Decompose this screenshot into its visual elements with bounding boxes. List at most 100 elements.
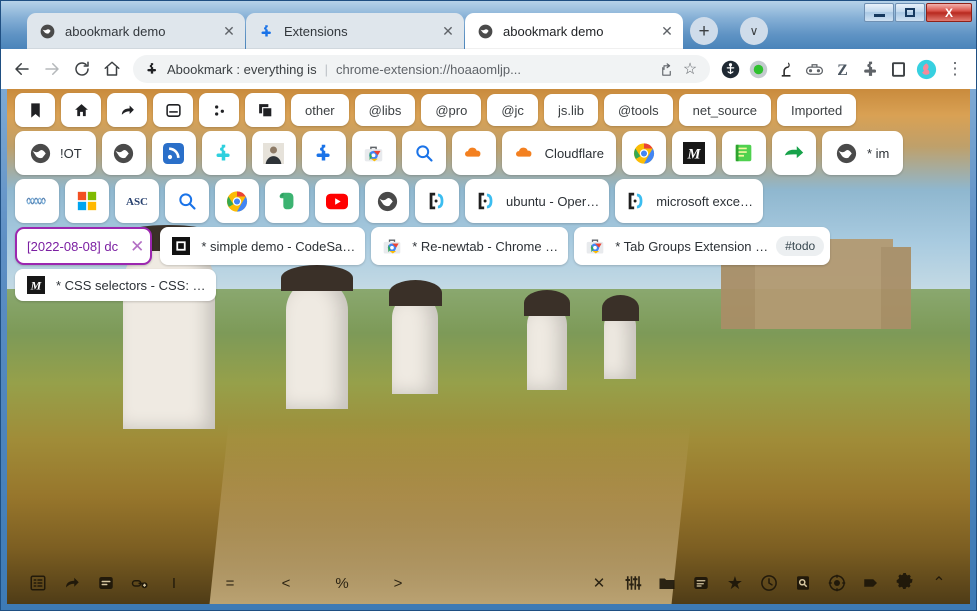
back-button[interactable] (7, 54, 37, 84)
new-tab-button[interactable]: + (690, 17, 718, 45)
close-button[interactable]: X (926, 3, 972, 22)
square-outline-extension-icon[interactable] (885, 56, 911, 82)
bookmark-folder-jc[interactable]: @jc (487, 94, 538, 126)
bookmark-folder-tools[interactable]: @tools (603, 94, 673, 126)
collapse-chevron-up-icon[interactable]: ⌃ (922, 568, 956, 598)
scatter-dots-icon[interactable] (199, 93, 239, 127)
bookmark-iot[interactable]: !OT (15, 131, 96, 175)
bookmark-chrome-webstore[interactable] (351, 131, 396, 175)
desk-lamp-extension-icon[interactable] (773, 56, 799, 82)
bookmark-microsoft-excel[interactable]: microsoft exce… (615, 179, 764, 223)
bookmark-css-selectors[interactable]: M * CSS selectors - CSS: … (15, 269, 216, 301)
bookmark-globe[interactable] (101, 131, 146, 175)
search-page-icon[interactable] (786, 568, 820, 598)
percent-icon[interactable]: % (325, 568, 359, 598)
search-input[interactable]: [2022-08-08] dc (27, 239, 118, 254)
bookmark-folder-other[interactable]: other (291, 94, 349, 126)
bookmark-cyan-puzzle[interactable] (201, 131, 246, 175)
folder-icon[interactable] (650, 568, 684, 598)
globe-dark-icon (836, 142, 858, 164)
forward-button[interactable] (37, 54, 67, 84)
puzzle-extensions-icon[interactable] (857, 56, 883, 82)
microsoft-squares-icon (76, 190, 98, 212)
bookmark-microsoft[interactable] (65, 179, 109, 223)
share-icon[interactable] (654, 62, 678, 77)
tab-close-icon[interactable]: ✕ (657, 21, 677, 41)
bookmark-chrome[interactable] (621, 131, 666, 175)
bookmark-folder-pro[interactable]: @pro (421, 94, 482, 126)
sliders-icon[interactable] (616, 568, 650, 598)
bookmark-evernote[interactable] (265, 179, 309, 223)
bookmark-star-icon[interactable]: ☆ (678, 59, 702, 79)
bookmark-green-arrow[interactable] (771, 131, 816, 175)
close-x-icon[interactable]: ✕ (582, 568, 616, 598)
bookmark-ubuntu-opera[interactable]: ubuntu - Oper… (465, 179, 610, 223)
search-filter-chip[interactable]: [2022-08-08] dc ✕ (15, 227, 153, 265)
bookmark-chrome-2[interactable] (215, 179, 259, 223)
reload-button[interactable] (67, 54, 97, 84)
note-list-icon[interactable] (684, 568, 718, 598)
binoculars-extension-icon[interactable] (801, 56, 827, 82)
greater-than-icon[interactable]: > (381, 568, 415, 598)
bookmark-folder-net-source[interactable]: net_source (678, 94, 771, 126)
bookmark-person[interactable] (251, 131, 296, 175)
bookmark-folder-jslib[interactable]: js.lib (543, 94, 598, 126)
bookmark-codepen[interactable] (415, 179, 459, 223)
bookmark-simple-demo[interactable]: * simple demo - CodeSa… (160, 227, 366, 265)
bookmark-search-2[interactable] (165, 179, 209, 223)
chrome-menu-button[interactable]: ⋮ (940, 54, 970, 84)
star-icon[interactable]: ★ (718, 568, 752, 598)
bookmark-globe-2[interactable] (365, 179, 409, 223)
cursor-icon[interactable]: I (157, 568, 191, 598)
clock-icon[interactable] (752, 568, 786, 598)
bookmark-re-newtab[interactable]: * Re-newtab - Chrome … (371, 227, 569, 265)
svg-text:M: M (686, 147, 701, 163)
tab-close-icon[interactable]: ✕ (219, 21, 239, 41)
bookmark-green-book[interactable] (721, 131, 766, 175)
bookmark-youtube[interactable] (315, 179, 359, 223)
home-button[interactable] (97, 54, 127, 84)
tab-abookmark-demo-1[interactable]: abookmark demo ✕ (27, 13, 245, 49)
bookmark-tag-todo[interactable]: #todo (776, 236, 825, 256)
minimize-button[interactable] (864, 3, 894, 22)
bookmark-feedly[interactable] (151, 131, 196, 175)
bookmark-blue-puzzle[interactable] (301, 131, 346, 175)
maximize-button[interactable] (895, 3, 925, 22)
tab-close-icon[interactable]: ✕ (438, 21, 458, 41)
equals-icon[interactable]: = (213, 568, 247, 598)
target-icon[interactable] (820, 568, 854, 598)
bookmark-wave-lines[interactable] (15, 179, 59, 223)
omnibox-url[interactable]: chrome-extension://hoaaomljp... (336, 62, 654, 77)
tab-extensions[interactable]: Extensions ✕ (246, 13, 464, 49)
tab-abookmark-demo-2[interactable]: abookmark demo ✕ (465, 13, 683, 49)
bookmark-cloudflare-icon-only[interactable] (451, 131, 496, 175)
green-dot-extension-icon[interactable] (745, 56, 771, 82)
share-arrow-icon[interactable] (55, 568, 89, 598)
less-than-icon[interactable]: < (269, 568, 303, 598)
list-view-icon[interactable] (21, 568, 55, 598)
gear-icon[interactable] (888, 568, 922, 598)
home-icon[interactable] (61, 93, 101, 127)
address-bar[interactable]: Abookmark : everything is | chrome-exten… (133, 55, 710, 83)
bookmark-folder-libs[interactable]: @libs (354, 94, 416, 126)
bookmark-asc[interactable]: ASC (115, 179, 159, 223)
bookmark-ribbon-icon[interactable] (15, 93, 55, 127)
inbox-icon[interactable] (153, 93, 193, 127)
link-add-icon[interactable] (123, 568, 157, 598)
note-icon[interactable] (89, 568, 123, 598)
bookmark-cloudflare[interactable]: Cloudflare (501, 131, 616, 175)
share-arrow-icon[interactable] (107, 93, 147, 127)
zotero-z-extension-icon[interactable]: Z (829, 56, 855, 82)
bookmark-medium[interactable]: M (671, 131, 716, 175)
anchor-extension-icon[interactable] (717, 56, 743, 82)
codepen-bracket-icon (426, 190, 448, 212)
bookmark-search[interactable] (401, 131, 446, 175)
bookmark-tab-groups-extension[interactable]: * Tab Groups Extension … #todo (574, 227, 831, 265)
tab-search-chevron-icon[interactable]: ∨ (740, 17, 768, 45)
tag-icon[interactable] (854, 568, 888, 598)
bookmark-folder-imported[interactable]: Imported (776, 94, 857, 126)
copy-stack-icon[interactable] (245, 93, 285, 127)
avatar-profile-icon[interactable] (913, 56, 939, 82)
clear-search-icon[interactable]: ✕ (130, 238, 144, 255)
bookmark-im[interactable]: * im (821, 131, 904, 175)
